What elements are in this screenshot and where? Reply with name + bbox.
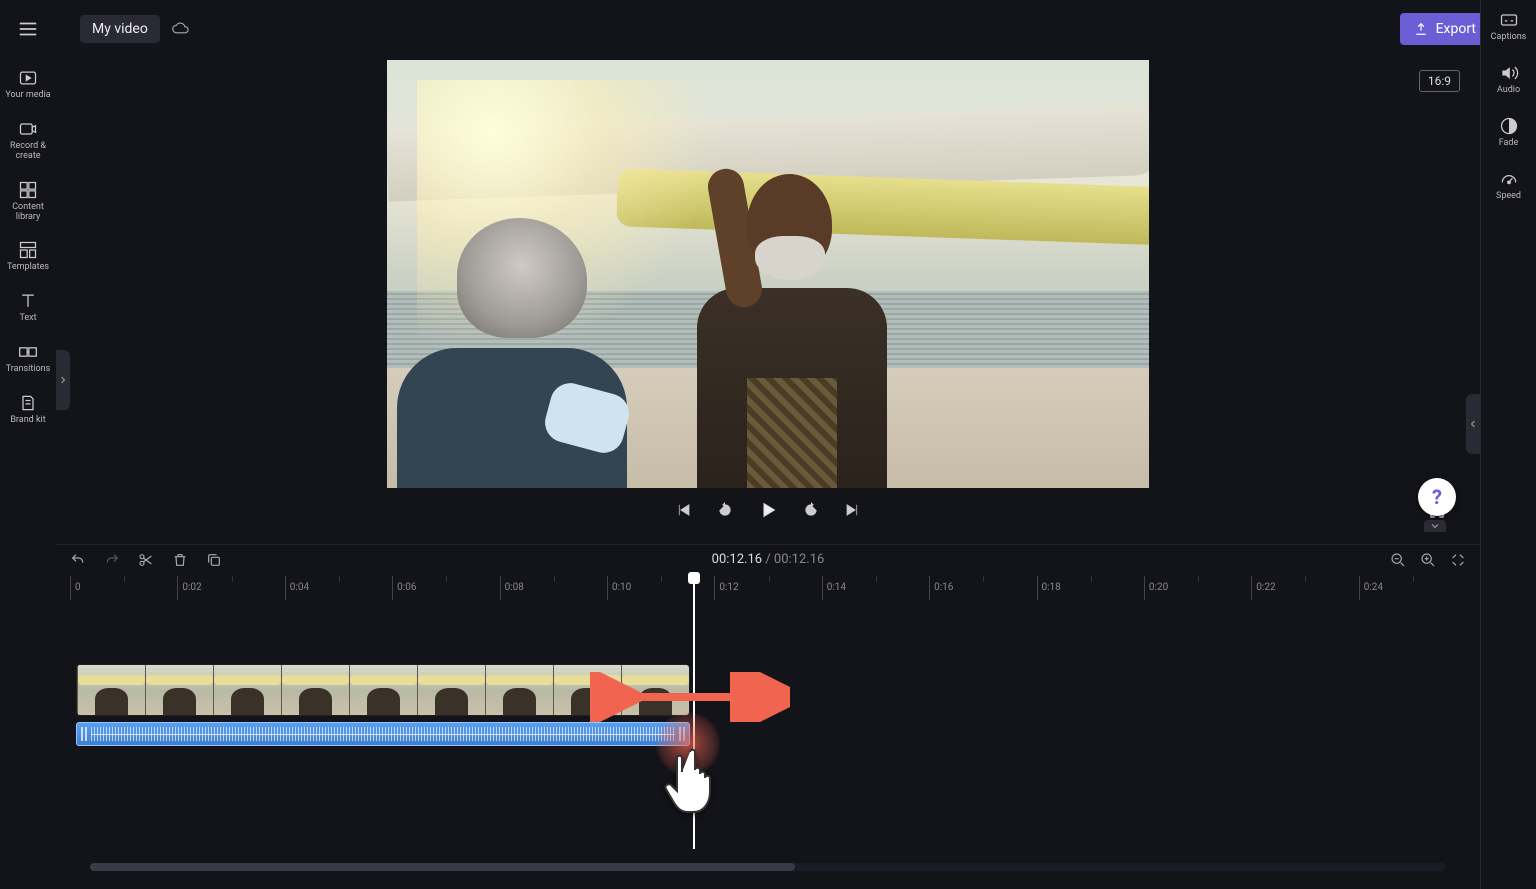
sidebar-item-label: Record & create [3, 142, 53, 162]
sidebar-item-transitions[interactable]: Transitions [3, 342, 53, 375]
ruler-tick: 0:02 [177, 576, 284, 600]
timeline-toolbar: 00:12.16 / 00:12.16 [56, 544, 1480, 574]
ruler-tick: 0:12 [714, 576, 821, 600]
skip-end-button[interactable] [844, 501, 862, 519]
sidebar-item-templates[interactable]: Templates [3, 240, 53, 273]
skip-start-button[interactable] [674, 501, 692, 519]
right-sidebar: Captions Audio Fade Speed [1480, 0, 1536, 889]
sidebar-item-text[interactable]: Text [3, 291, 53, 324]
sidebar-item-audio[interactable]: Audio [1484, 63, 1534, 96]
preview-area [56, 58, 1480, 538]
sidebar-item-label: Speed [1496, 192, 1521, 202]
rewind-5-button[interactable] [716, 501, 734, 519]
playhead[interactable] [693, 576, 695, 849]
library-icon [18, 180, 38, 200]
brandkit-icon [18, 393, 38, 413]
sidebar-item-label: Fade [1499, 139, 1519, 149]
audio-waveform [91, 727, 675, 741]
top-bar: My video Export [0, 0, 1536, 58]
split-button[interactable] [138, 552, 154, 568]
speed-icon [1499, 169, 1519, 189]
ruler-tick: 0:06 [392, 576, 499, 600]
timeline-ruler[interactable]: 0 0:02 0:04 0:06 0:08 0:10 0:12 0:14 0:1… [70, 576, 1466, 600]
ruler-tick: 0:04 [285, 576, 392, 600]
ruler-tick: 0:24 [1359, 576, 1466, 600]
play-button[interactable] [758, 500, 778, 520]
forward-5-button[interactable] [802, 501, 820, 519]
panel-collapse-toggle[interactable] [1424, 520, 1446, 532]
current-time: 00:12.16 [712, 552, 762, 567]
zoom-out-button[interactable] [1390, 552, 1406, 568]
sidebar-item-captions[interactable]: Captions [1484, 10, 1534, 43]
timeline-tracks [70, 604, 1466, 849]
undo-button[interactable] [70, 552, 86, 568]
total-time: 00:12.16 [774, 552, 824, 567]
audio-clip-start-handle[interactable] [81, 727, 87, 741]
audio-clip[interactable] [76, 722, 690, 746]
delete-button[interactable] [172, 552, 188, 568]
cloud-sync-icon[interactable] [172, 22, 190, 36]
timeline-scrollbar[interactable] [90, 863, 1446, 871]
fade-icon [1499, 116, 1519, 136]
sidebar-item-label: Text [19, 314, 36, 324]
menu-button[interactable] [0, 0, 56, 58]
fit-zoom-button[interactable] [1450, 552, 1466, 568]
text-icon [18, 291, 38, 311]
ruler-tick: 0:14 [822, 576, 929, 600]
ruler-tick: 0 [70, 576, 177, 600]
sidebar-item-label: Your media [5, 91, 50, 101]
redo-button[interactable] [104, 552, 120, 568]
ruler-tick: 0:18 [1037, 576, 1144, 600]
video-preview[interactable] [387, 60, 1149, 488]
export-label: Export [1436, 21, 1476, 37]
sidebar-item-content-library[interactable]: Content library [3, 180, 53, 223]
sidebar-item-label: Audio [1497, 86, 1520, 96]
sidebar-item-label: Brand kit [10, 416, 45, 426]
sidebar-item-label: Captions [1491, 33, 1527, 43]
ruler-tick: 0:22 [1251, 576, 1358, 600]
left-sidebar: Your media Record & create Content libra… [0, 58, 56, 889]
ruler-tick: 0:08 [500, 576, 607, 600]
time-display: 00:12.16 / 00:12.16 [712, 552, 825, 567]
ruler-tick: 0:20 [1144, 576, 1251, 600]
duplicate-button[interactable] [206, 552, 222, 568]
sidebar-item-label: Templates [7, 263, 49, 273]
media-icon [18, 68, 38, 88]
scrollbar-thumb[interactable] [90, 863, 795, 871]
sidebar-item-your-media[interactable]: Your media [3, 68, 53, 101]
sidebar-item-record-create[interactable]: Record & create [3, 119, 53, 162]
sidebar-item-fade[interactable]: Fade [1484, 116, 1534, 149]
sidebar-item-label: Content library [3, 203, 53, 223]
transitions-icon [18, 342, 38, 362]
playback-controls [56, 500, 1480, 520]
audio-icon [1499, 63, 1519, 83]
sidebar-item-label: Transitions [6, 365, 51, 375]
zoom-in-button[interactable] [1420, 552, 1436, 568]
help-button[interactable]: ? [1418, 478, 1456, 516]
sidebar-item-speed[interactable]: Speed [1484, 169, 1534, 202]
help-icon: ? [1432, 485, 1442, 509]
captions-icon [1499, 10, 1519, 30]
templates-icon [18, 240, 38, 260]
record-icon [18, 119, 38, 139]
audio-clip-end-handle[interactable] [679, 727, 685, 741]
sidebar-item-brand-kit[interactable]: Brand kit [3, 393, 53, 426]
video-clip[interactable] [76, 664, 690, 716]
project-title[interactable]: My video [80, 15, 160, 43]
ruler-tick: 0:16 [929, 576, 1036, 600]
